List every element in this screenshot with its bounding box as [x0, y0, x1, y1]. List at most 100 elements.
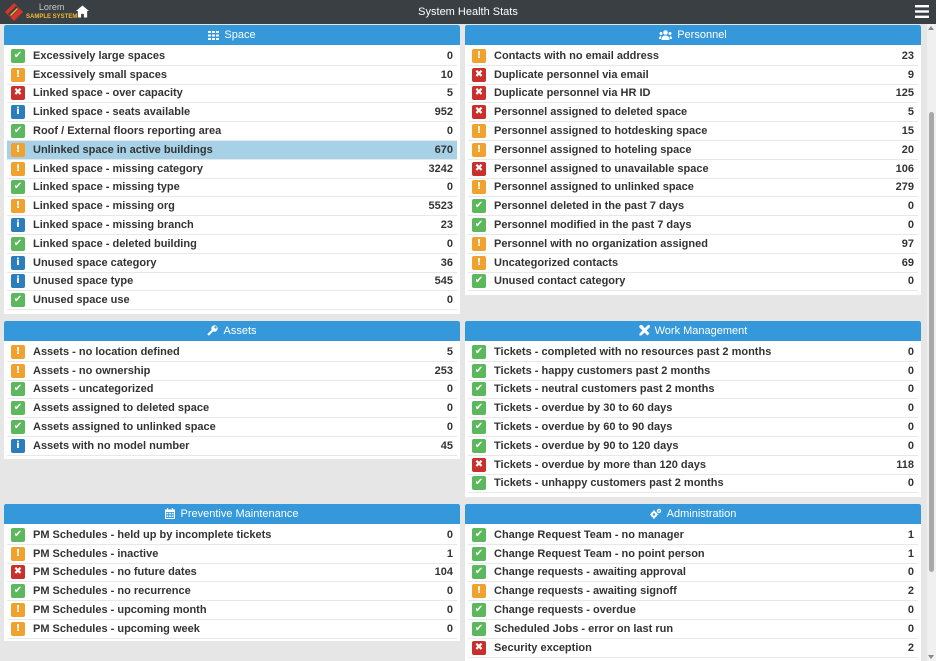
- panel-administration: Administration ✔ Change Request Team - no…: [465, 504, 921, 661]
- list-item[interactable]: ! Personnel with no organization assigned…: [468, 235, 918, 254]
- list-item[interactable]: ✔ Personnel modified in the past 7 days 0: [468, 216, 918, 235]
- list-item-label: Change requests - awaiting approval: [494, 566, 686, 579]
- list-item[interactable]: ✔ Tickets - unhappy customers past 2 mont…: [468, 475, 918, 494]
- list-item-value: 104: [434, 566, 453, 579]
- list-item-label: Assets - no location defined: [33, 345, 180, 358]
- check-icon: ✔: [11, 401, 25, 416]
- list-item-label: Linked space - missing branch: [33, 219, 194, 232]
- list-item[interactable]: ! Assets - no ownership 253: [7, 362, 457, 381]
- list-item-value: 0: [446, 49, 453, 62]
- list-item[interactable]: ✖ Personnel assigned to unavailable space…: [468, 160, 918, 179]
- list-item[interactable]: ✔ Tickets - overdue by 30 to 60 days 0: [468, 399, 918, 419]
- panel-pm-header[interactable]: Preventive Maintenance: [4, 504, 460, 524]
- list-item-label: Personnel with no organization assigned: [494, 237, 708, 250]
- list-item-value: 5: [446, 345, 453, 358]
- list-item-label: PM Schedules - upcoming week: [33, 622, 200, 635]
- list-item[interactable]: ✔ Excessively large spaces 0: [7, 47, 457, 66]
- list-item-label: Roof / External floors reporting area: [33, 125, 222, 138]
- list-item[interactable]: ✔ Change requests - awaiting approval 0: [468, 564, 918, 583]
- list-item[interactable]: ! PM Schedules - upcoming week 0: [7, 620, 457, 639]
- list-item[interactable]: ✖ Tickets - overdue by more than 120 days…: [468, 456, 918, 475]
- warning-icon: !: [472, 236, 486, 251]
- check-icon: ✔: [472, 199, 486, 214]
- info-icon: i: [11, 274, 25, 289]
- list-item[interactable]: i Linked space - missing branch 23: [7, 216, 457, 235]
- list-item-label: Personnel deleted in the past 7 days: [494, 200, 685, 213]
- list-item[interactable]: ✔ Change Request Team - no point person 1: [468, 545, 918, 564]
- list-item[interactable]: ✔ PM Schedules - held up by incomplete ti…: [7, 526, 457, 545]
- list-item[interactable]: ✔ Tickets - happy customers past 2 months…: [468, 362, 918, 381]
- list-item[interactable]: i Assets with no model number 45: [7, 437, 457, 456]
- info-icon: i: [11, 105, 25, 120]
- list-item[interactable]: ✔ Change Request Team - no manager 1: [468, 526, 918, 545]
- list-item[interactable]: ! Change requests - awaiting signoff 2: [468, 582, 918, 602]
- list-item[interactable]: ✔ Tickets - neutral customers past 2 mont…: [468, 381, 918, 400]
- list-item[interactable]: i Unused space category 36: [7, 254, 457, 273]
- check-icon: ✔: [472, 218, 486, 233]
- list-item[interactable]: ✔ Tickets - overdue by 90 to 120 days 0: [468, 437, 918, 456]
- list-item-label: Personnel assigned to hoteling space: [494, 143, 692, 156]
- list-item[interactable]: ✖ Security exception 2: [468, 639, 918, 658]
- check-icon: ✔: [472, 274, 486, 289]
- page-scrollbar[interactable]: [927, 24, 936, 661]
- list-item[interactable]: ✔ Assets assigned to unlinked space 0: [7, 418, 457, 437]
- panel-work-header[interactable]: Work Management: [465, 321, 921, 341]
- scroll-down-icon[interactable]: [928, 655, 934, 659]
- list-item-value: 0: [907, 421, 914, 434]
- scroll-up-icon[interactable]: [928, 26, 934, 30]
- list-item[interactable]: ✔ Assets - uncategorized 0: [7, 381, 457, 400]
- list-item[interactable]: ✔ Unused contact category 0: [468, 273, 918, 292]
- list-item[interactable]: ✔ Tickets - completed with no resources p…: [468, 343, 918, 362]
- list-item[interactable]: ! Unlinked space in active buildings 670: [7, 140, 457, 160]
- hamburger-menu-icon[interactable]: [915, 5, 929, 18]
- list-item[interactable]: ! Personnel assigned to unlinked space 279: [468, 179, 918, 198]
- list-item[interactable]: ✔ Personnel deleted in the past 7 days 0: [468, 197, 918, 217]
- list-item[interactable]: ✔ Unused space use 0: [7, 291, 457, 311]
- list-item-value: 0: [446, 181, 453, 194]
- list-item[interactable]: ✖ Duplicate personnel via HR ID 125: [468, 85, 918, 104]
- list-item[interactable]: ✔ Linked space - missing type 0: [7, 179, 457, 198]
- list-item[interactable]: ! PM Schedules - inactive 1: [7, 545, 457, 564]
- panel-assets-title: Assets: [223, 325, 257, 337]
- list-item[interactable]: ✔ Tickets - overdue by 60 to 90 days 0: [468, 418, 918, 437]
- list-item-label: Personnel modified in the past 7 days: [494, 219, 692, 232]
- error-icon: ✖: [472, 67, 486, 82]
- list-item-label: Unused space use: [33, 294, 130, 307]
- list-item[interactable]: ! Linked space - missing category 3242: [7, 160, 457, 179]
- list-item[interactable]: ✖ Personnel assigned to deleted space 5: [468, 103, 918, 123]
- list-item-label: Contacts with no email address: [494, 49, 660, 62]
- list-item[interactable]: ✖ Linked space - over capacity 5: [7, 85, 457, 104]
- list-item-value: 1: [907, 547, 914, 560]
- list-item-value: 0: [446, 528, 453, 541]
- panel-admin-header[interactable]: Administration: [465, 504, 921, 524]
- list-item[interactable]: ✔ Assets assigned to deleted space 0: [7, 399, 457, 419]
- list-item-label: Assets assigned to unlinked space: [33, 421, 216, 434]
- list-item-label: Scheduled Jobs - error on last run: [494, 622, 674, 635]
- list-item[interactable]: ! Contacts with no email address 23: [468, 47, 918, 66]
- list-item[interactable]: ✔ Linked space - deleted building 0: [7, 235, 457, 254]
- list-item[interactable]: ✔ Change requests - overdue 0: [468, 601, 918, 620]
- list-item[interactable]: ! Uncategorized contacts 69: [468, 254, 918, 273]
- list-item[interactable]: ! Excessively small spaces 10: [7, 66, 457, 85]
- panel-space-header[interactable]: Space: [4, 25, 460, 45]
- panel-assets-header[interactable]: Assets: [4, 321, 460, 341]
- list-item[interactable]: ! Personnel assigned to hotdesking space 1…: [468, 122, 918, 141]
- list-item[interactable]: i Linked space - seats available 952: [7, 103, 457, 123]
- check-icon: ✔: [472, 344, 486, 359]
- list-item[interactable]: ! Linked space - missing org 5523: [7, 197, 457, 217]
- info-icon: i: [11, 438, 25, 453]
- list-item[interactable]: ✖ PM Schedules - no future dates 104: [7, 564, 457, 583]
- list-item[interactable]: ✔ PM Schedules - no recurrence 0: [7, 582, 457, 602]
- scrollbar-thumb[interactable]: [929, 112, 934, 572]
- list-item-value: 0: [446, 402, 453, 415]
- list-item[interactable]: ✔ Roof / External floors reporting area 0: [7, 122, 457, 141]
- warning-icon: !: [11, 67, 25, 82]
- list-item-label: Change Request Team - no manager: [494, 528, 684, 541]
- list-item[interactable]: ! PM Schedules - upcoming month 0: [7, 601, 457, 620]
- panel-personnel-header[interactable]: Personnel: [465, 25, 921, 45]
- list-item[interactable]: ✔ Scheduled Jobs - error on last run 0: [468, 620, 918, 639]
- list-item[interactable]: i Unused space type 545: [7, 273, 457, 292]
- list-item[interactable]: ✖ Duplicate personnel via email 9: [468, 66, 918, 85]
- list-item[interactable]: ! Personnel assigned to hoteling space 20: [468, 141, 918, 160]
- list-item[interactable]: ! Assets - no location defined 5: [7, 343, 457, 362]
